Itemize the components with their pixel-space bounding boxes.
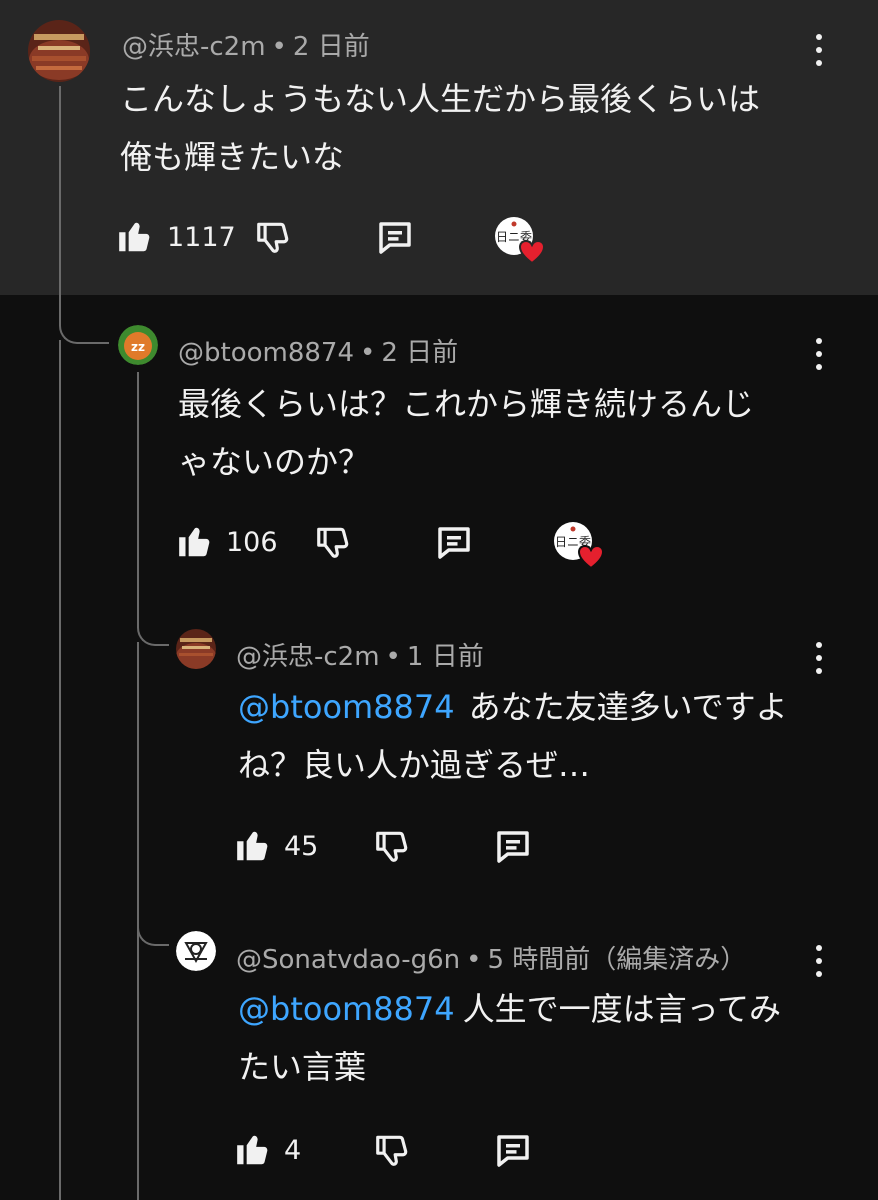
comment-header: @Sonatvdao-g6n • 5 時間前（編集済み）	[236, 945, 747, 975]
reply-comment-icon[interactable]	[492, 826, 534, 868]
author-name[interactable]: @浜忠-c2m	[236, 642, 380, 672]
more-vertical-icon[interactable]	[809, 336, 829, 372]
mention-link[interactable]: @btoom8874	[238, 990, 455, 1028]
thread-connector	[137, 600, 169, 646]
like-count: 1117	[167, 222, 236, 253]
svg-text:zz: zz	[131, 340, 145, 354]
avatar[interactable]	[176, 629, 216, 669]
creator-heart-icon[interactable]: 日ニ委	[553, 521, 609, 571]
author-name[interactable]: @Sonatvdao-g6n	[236, 945, 460, 975]
timestamp[interactable]: 2 日前	[293, 32, 370, 62]
comment-text: 最後くらいは？これから輝き続けるんじ ゃないのか？	[178, 385, 755, 481]
reply-comment-icon[interactable]	[492, 1130, 534, 1172]
avatar[interactable]: zz	[118, 325, 158, 365]
mention-link[interactable]: @btoom8874	[238, 688, 455, 726]
thumbs-up-icon[interactable]	[176, 523, 214, 561]
thumbs-up-icon[interactable]	[234, 1131, 272, 1169]
comment-text: @btoom8874 人生で一度は言ってみ たい言葉	[238, 990, 782, 1086]
author-name[interactable]: @浜忠-c2m	[122, 32, 266, 62]
thread-line-main	[59, 86, 61, 300]
thread-connector	[59, 296, 109, 344]
thumbs-up-icon[interactable]	[116, 218, 154, 256]
comment-text: こんなしょうもない人生だから最後くらいは 俺も輝きたいな	[120, 80, 761, 176]
comment-text: @btoom8874 あなた友達多いですよ ね？良い人か過ぎるぜ…	[238, 688, 788, 784]
reply-comment-icon[interactable]	[433, 522, 475, 564]
timestamp[interactable]: 5 時間前（編集済み）	[487, 945, 746, 975]
comment-header: @浜忠-c2m • 2 日前	[122, 32, 370, 62]
more-vertical-icon[interactable]	[809, 32, 829, 68]
author-name[interactable]: @btoom8874	[178, 338, 354, 368]
more-vertical-icon[interactable]	[809, 943, 829, 979]
thumbs-down-icon[interactable]	[373, 1131, 411, 1169]
reply-comment-icon[interactable]	[374, 217, 416, 259]
timestamp[interactable]: 1 日前	[407, 642, 484, 672]
thumbs-down-icon[interactable]	[373, 827, 411, 865]
comment-header: @btoom8874 • 2 日前	[178, 338, 459, 368]
thumbs-down-icon[interactable]	[314, 523, 352, 561]
thumbs-down-icon[interactable]	[254, 218, 292, 256]
more-vertical-icon[interactable]	[809, 640, 829, 676]
thread-line-main-continued	[59, 340, 61, 1200]
avatar[interactable]	[176, 931, 216, 971]
like-count: 4	[284, 1135, 302, 1166]
thread-connector	[137, 900, 169, 946]
comment-header: @浜忠-c2m • 1 日前	[236, 642, 484, 672]
thread-line-reply	[137, 372, 139, 602]
thumbs-up-icon[interactable]	[234, 827, 272, 865]
timestamp[interactable]: 2 日前	[381, 338, 458, 368]
avatar[interactable]	[28, 20, 90, 82]
creator-heart-icon[interactable]: 日ニ委	[494, 216, 550, 266]
like-count: 106	[226, 527, 278, 558]
like-count: 45	[284, 831, 319, 862]
